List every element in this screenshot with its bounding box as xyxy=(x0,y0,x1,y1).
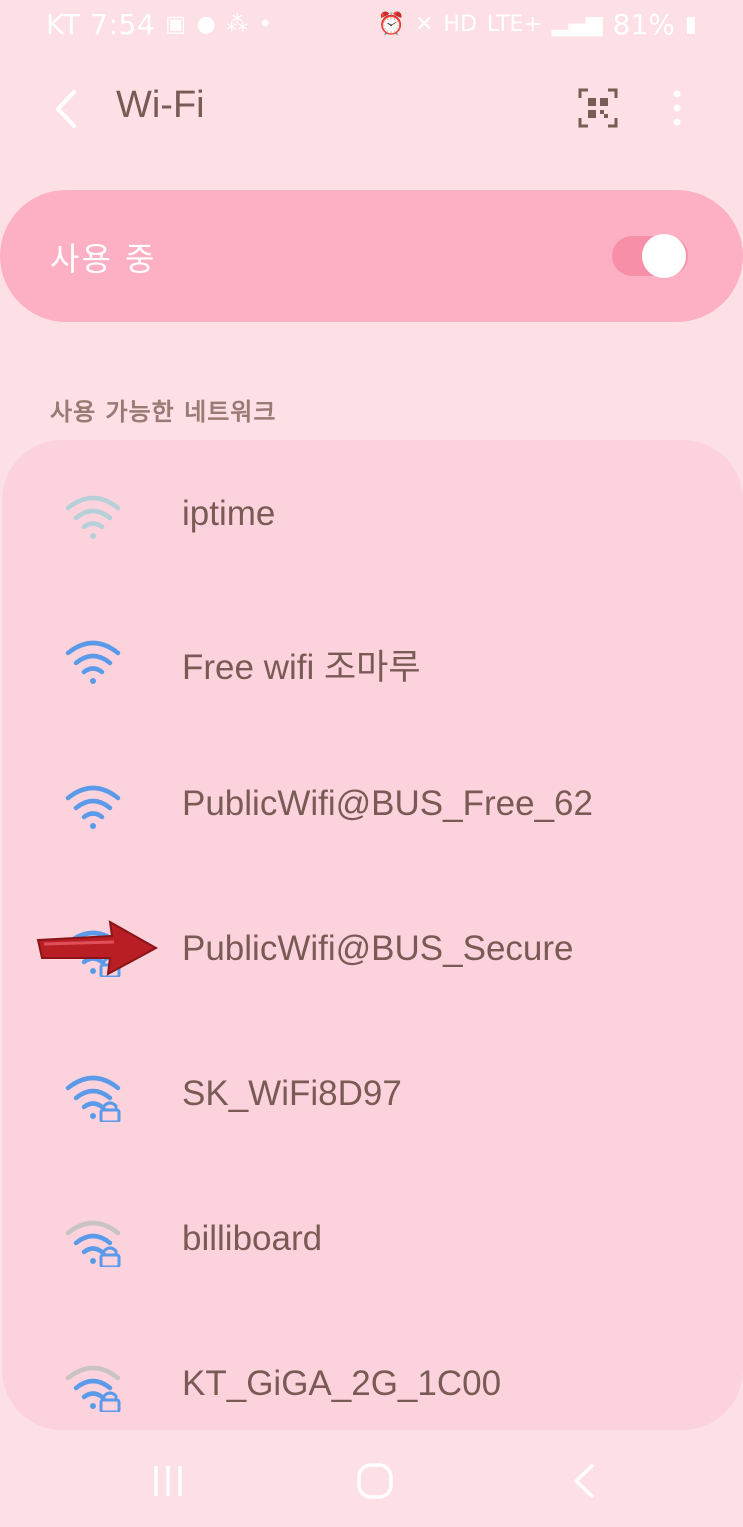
network-name: iptime xyxy=(182,494,276,533)
page-title: Wi-Fi xyxy=(116,84,205,126)
wifi-lock-icon xyxy=(65,1075,121,1122)
alarm-icon: ⏰ xyxy=(377,12,405,37)
grid-apps-icon: ⁂ xyxy=(226,12,249,37)
recents-button[interactable] xyxy=(144,1456,194,1506)
network-item[interactable]: KT_GiGA_2G_1C00 xyxy=(2,1332,743,1442)
battery-icon: ▮ xyxy=(684,12,697,37)
home-button[interactable] xyxy=(350,1456,400,1506)
wifi-lock-icon xyxy=(65,1220,121,1267)
wifi-icon xyxy=(65,495,121,539)
network-name: PublicWifi@BUS_Secure xyxy=(182,929,574,968)
home-icon xyxy=(357,1463,393,1499)
network-name: Free wifi 조마루 xyxy=(182,648,421,687)
red-arrow-icon xyxy=(36,920,159,976)
more-options-button[interactable] xyxy=(660,86,694,130)
chart-search-icon: ▣ xyxy=(165,12,187,37)
nav-bar xyxy=(0,1430,743,1527)
chevron-left-icon xyxy=(56,90,76,128)
recents-icon xyxy=(154,1466,182,1496)
network-name: KT_GiGA_2G_1C00 xyxy=(182,1364,502,1403)
clock: 7:54 xyxy=(90,8,156,41)
carrier-label: KT xyxy=(46,8,81,41)
status-right: ⏰ ✕ HD LTE+ ▂▄▆ 81% ▮ xyxy=(378,8,697,41)
battery-percent: 81% xyxy=(612,8,675,41)
talk-icon: ● xyxy=(196,12,217,37)
mute-icon: ✕ xyxy=(414,12,434,37)
wifi-toggle-label: 사용 중 xyxy=(50,240,157,278)
network-name: PublicWifi@BUS_Free_62 xyxy=(182,784,593,823)
wifi-icon xyxy=(65,640,121,684)
hd-icon: HD xyxy=(443,12,477,37)
more-vertical-icon xyxy=(673,90,681,126)
wifi-switch[interactable] xyxy=(612,234,688,278)
switch-knob xyxy=(642,234,686,278)
wifi-lock-icon xyxy=(65,1365,121,1412)
network-name: SK_WiFi8D97 xyxy=(182,1074,402,1113)
nav-back-button[interactable] xyxy=(560,1456,610,1506)
back-button[interactable] xyxy=(44,84,94,134)
dot-icon: • xyxy=(258,12,273,37)
network-name: billiboard xyxy=(182,1219,323,1258)
back-icon xyxy=(574,1464,594,1498)
network-item[interactable]: PublicWifi@BUS_Free_62 xyxy=(2,752,743,862)
qr-code-scan-icon xyxy=(578,88,618,128)
network-item[interactable]: iptime xyxy=(2,462,743,572)
wifi-icon xyxy=(65,785,121,829)
app-bar: Wi-Fi xyxy=(0,60,743,160)
network-item[interactable]: Free wifi 조마루 xyxy=(2,607,743,717)
network-item[interactable]: SK_WiFi8D97 xyxy=(2,1042,743,1152)
network-type-label: LTE+ xyxy=(486,12,542,37)
section-header: 사용 가능한 네트워크 xyxy=(50,398,277,426)
status-bar: KT 7:54 ▣ ● ⁂ • ⏰ ✕ HD LTE+ ▂▄▆ 81% ▮ xyxy=(0,0,743,52)
qr-scan-button[interactable] xyxy=(576,86,620,130)
status-left: KT 7:54 ▣ ● ⁂ • xyxy=(46,8,272,41)
signal-icon: ▂▄▆ xyxy=(551,12,603,37)
network-item[interactable]: billiboard xyxy=(2,1187,743,1297)
